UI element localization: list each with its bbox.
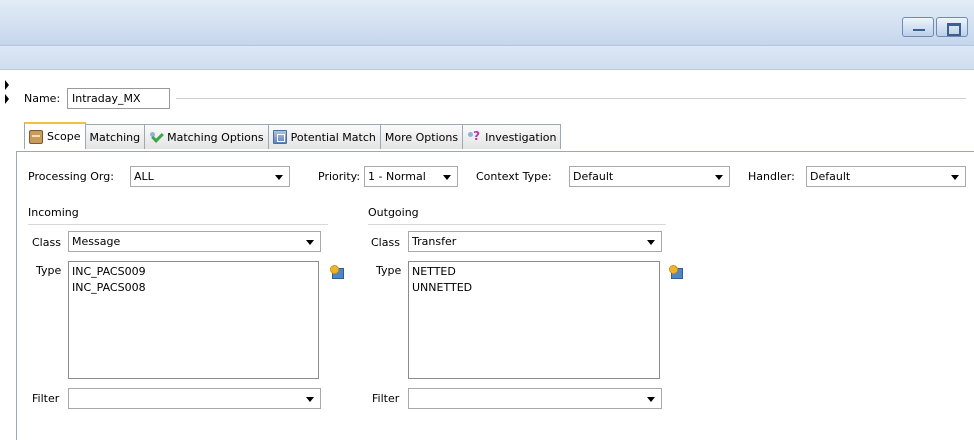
- grid-icon: [272, 130, 287, 144]
- chevron-down-icon: [443, 175, 451, 180]
- maximize-button[interactable]: [936, 17, 968, 37]
- match-check-icon: [149, 130, 163, 144]
- context-type-value: Default: [573, 170, 614, 183]
- handler-label: Handler:: [748, 170, 795, 183]
- list-item[interactable]: UNNETTED: [412, 280, 656, 296]
- tab-investigation[interactable]: Investigation: [462, 124, 562, 149]
- incoming-filter-label: Filter: [32, 392, 60, 405]
- incoming-class-label: Class: [32, 236, 61, 249]
- tab-label: More Options: [384, 130, 459, 144]
- splitter-handle[interactable]: [5, 80, 9, 110]
- incoming-title: Incoming: [28, 206, 79, 219]
- outgoing-filter-select[interactable]: [408, 388, 662, 409]
- outgoing-type-list[interactable]: NETTED UNNETTED: [408, 261, 660, 379]
- outgoing-class-value: Transfer: [412, 235, 457, 248]
- question-icon: [467, 129, 481, 144]
- tab-bar: Scope Matching Matching Options Potentia…: [24, 122, 562, 149]
- priority-label: Priority:: [318, 170, 361, 183]
- outgoing-type-label: Type: [376, 264, 402, 277]
- name-field[interactable]: Intraday_MX: [67, 88, 170, 109]
- outgoing-class-select[interactable]: Transfer: [408, 231, 662, 252]
- incoming-class-value: Message: [72, 235, 121, 248]
- list-item[interactable]: NETTED: [412, 264, 656, 280]
- chevron-down-icon: [306, 397, 314, 402]
- tab-potential-match[interactable]: Potential Match: [267, 124, 381, 149]
- outgoing-filter-label: Filter: [372, 392, 400, 405]
- outgoing-title: Outgoing: [368, 206, 419, 219]
- name-separator: [176, 98, 966, 99]
- outgoing-separator: [368, 224, 666, 225]
- incoming-type-list[interactable]: INC_PACS009 INC_PACS008: [68, 261, 319, 379]
- minimize-button[interactable]: [902, 17, 934, 37]
- incoming-filter-select[interactable]: [68, 388, 321, 409]
- processing-org-label: Processing Org:: [28, 170, 114, 183]
- tab-label: Matching: [89, 130, 141, 144]
- chevron-down-icon: [647, 397, 655, 402]
- handler-select[interactable]: Default: [806, 166, 966, 187]
- chevron-down-icon: [647, 240, 655, 245]
- processing-org-value: ALL: [134, 170, 154, 183]
- tab-label: Scope: [47, 130, 81, 143]
- tab-matching-options[interactable]: Matching Options: [144, 124, 269, 149]
- box-icon: [29, 129, 43, 144]
- chevron-down-icon: [951, 175, 959, 180]
- context-type-select[interactable]: Default: [569, 166, 730, 187]
- tab-label: Matching Options: [167, 130, 264, 144]
- handler-value: Default: [810, 170, 851, 183]
- outgoing-class-label: Class: [371, 236, 400, 249]
- incoming-type-label: Type: [36, 264, 62, 277]
- incoming-class-select[interactable]: Message: [68, 231, 321, 252]
- chevron-down-icon: [715, 175, 723, 180]
- list-item[interactable]: INC_PACS009: [72, 264, 315, 280]
- type-chooser-icon[interactable]: [669, 265, 683, 279]
- tab-scope[interactable]: Scope: [24, 122, 86, 149]
- tab-label: Potential Match: [290, 130, 376, 144]
- name-label: Name:: [24, 92, 61, 105]
- tab-more-options[interactable]: More Options: [379, 124, 464, 149]
- tab-label: Investigation: [485, 130, 557, 144]
- toolbar-strip: [0, 46, 974, 70]
- chevron-down-icon: [275, 175, 283, 180]
- priority-select[interactable]: 1 - Normal: [364, 166, 458, 187]
- priority-value: 1 - Normal: [368, 170, 426, 183]
- processing-org-select[interactable]: ALL: [130, 166, 290, 187]
- chevron-down-icon: [306, 240, 314, 245]
- list-item[interactable]: INC_PACS008: [72, 280, 315, 296]
- window-controls: [902, 17, 968, 37]
- incoming-separator: [28, 224, 328, 225]
- context-type-label: Context Type:: [476, 170, 552, 183]
- tab-matching[interactable]: Matching: [84, 124, 146, 149]
- type-chooser-icon[interactable]: [330, 265, 344, 279]
- window-titlebar: [0, 0, 974, 46]
